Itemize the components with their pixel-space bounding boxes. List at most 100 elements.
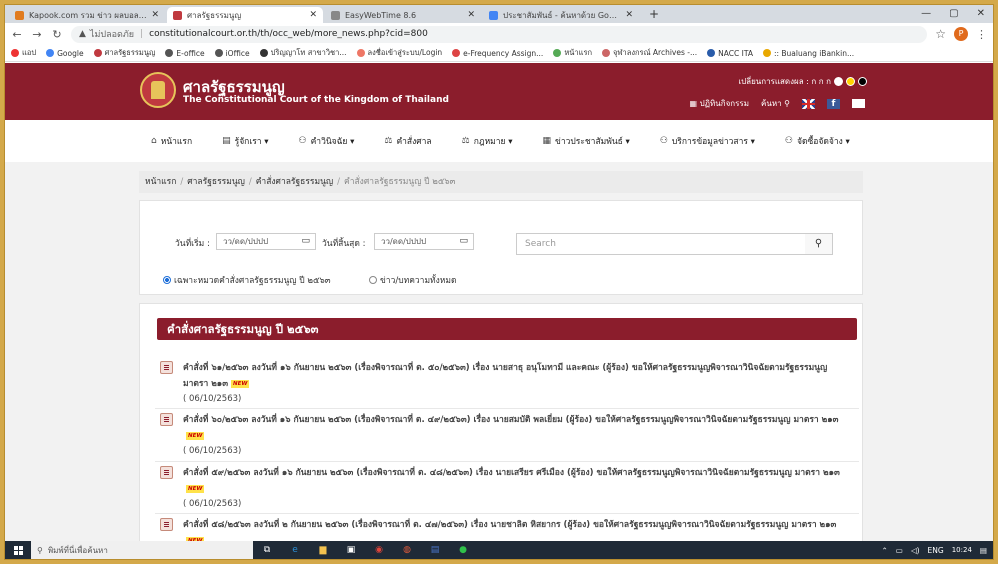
contrast-black-icon[interactable]	[858, 77, 867, 86]
close-icon[interactable]: ✕	[309, 10, 317, 20]
breadcrumb-orders[interactable]: คำสั่งศาลรัฐธรรมนูญ	[256, 177, 333, 187]
radio-category-label[interactable]: เฉพาะหมวดคำสั่งศาลรัฐธรรมนูญ ปี ๒๕๖๓	[174, 273, 331, 287]
bookmark-item[interactable]: ลงชื่อเข้าสู่ระบบ/Login	[356, 47, 442, 59]
bookmark-item[interactable]: แอป	[11, 47, 36, 59]
end-date-input[interactable]: วว/ดด/ปปปป ▭	[374, 233, 474, 250]
start-button[interactable]	[5, 541, 31, 559]
news-item-title[interactable]: คำสั่งที่ ๕๙/๒๕๖๓ ลงวันที่ ๑๖ กันยายน ๒๕…	[183, 468, 840, 478]
court-logo[interactable]	[140, 72, 176, 108]
profile-avatar[interactable]: P	[954, 27, 968, 41]
minimize-button[interactable]: —	[921, 8, 931, 19]
volume-icon[interactable]: ◁)	[911, 546, 920, 555]
chrome-icon[interactable]: ◉	[365, 541, 393, 559]
browser-tab-active[interactable]: ศาลรัฐธรรมนูญ ✕	[167, 7, 323, 23]
warning-icon[interactable]: ▲	[79, 29, 86, 39]
radio-all-label[interactable]: ข่าว/บทความทั้งหมด	[380, 273, 457, 287]
bookmark-item[interactable]: e-Frequency Assign...	[452, 49, 543, 58]
bookmark-item[interactable]: หน้าแรก	[553, 47, 592, 59]
nav-item[interactable]: ⚇ บริการข้อมูลข่าวสาร ▾	[660, 134, 755, 148]
browser-menu-icon[interactable]: ⋮	[976, 28, 987, 41]
bookmark-item[interactable]: Google	[46, 49, 84, 58]
english-flag-icon[interactable]	[802, 98, 815, 109]
radio-category-control[interactable]	[163, 276, 171, 284]
contrast-white-icon[interactable]	[834, 77, 843, 86]
nav-item[interactable]: ⚇ คำวินิจฉัย ▾	[299, 134, 355, 148]
nav-item[interactable]: ▦ ข่าวประชาสัมพันธ์ ▾	[543, 134, 630, 148]
bookmark-item[interactable]: ศาลรัฐธรรมนูญ	[93, 47, 155, 59]
news-item[interactable]: คำสั่งที่ ๕๙/๒๕๖๓ ลงวันที่ ๑๖ กันยายน ๒๕…	[160, 465, 850, 511]
close-icon[interactable]: ✕	[151, 10, 159, 20]
nav-item[interactable]: ⚇ จัดซื้อจัดจ้าง ▾	[785, 134, 850, 148]
file-explorer-icon[interactable]: ▆	[309, 541, 337, 559]
breadcrumb-home[interactable]: หน้าแรก	[145, 177, 176, 187]
clock[interactable]: 10:24	[952, 546, 972, 554]
close-icon[interactable]: ✕	[625, 10, 633, 20]
news-item-link[interactable]: คำสั่งที่ ๖๑/๒๕๖๓ ลงวันที่ ๑๖ กันยายน ๒๕…	[183, 360, 850, 392]
close-window-button[interactable]: ✕	[977, 8, 985, 19]
url-bar[interactable]: ▲ ไม่ปลอดภัย | constitutionalcourt.or.th…	[71, 25, 928, 43]
radio-all-control[interactable]	[369, 276, 377, 284]
bookmark-star-icon[interactable]: ☆	[935, 27, 946, 41]
news-item[interactable]: คำสั่งที่ ๖๑/๒๕๖๓ ลงวันที่ ๑๖ กันยายน ๒๕…	[160, 360, 850, 406]
tray-chevron-icon[interactable]: ⌃	[881, 546, 887, 555]
mail-icon[interactable]	[852, 99, 865, 108]
bookmark-item[interactable]: ปริญญาโท สาขาวิชา...	[259, 47, 347, 59]
tab-title: Kapook.com รวม ข่าว ผลบอล ดารา	[29, 10, 148, 20]
edge-icon[interactable]: e	[281, 541, 309, 559]
close-icon[interactable]: ✕	[467, 10, 475, 20]
search-input[interactable]: Search	[516, 233, 808, 255]
back-icon[interactable]: ←	[11, 28, 23, 41]
taskbar-search[interactable]: ⚲ พิมพ์ที่นี่เพื่อค้นหา	[31, 541, 253, 559]
task-view-icon[interactable]: ⧉	[253, 541, 281, 559]
bookmark-item[interactable]: iOffice	[214, 49, 250, 58]
bookmark-item[interactable]: :: Bualuang iBankin...	[762, 49, 854, 58]
line-icon[interactable]: ●	[449, 541, 477, 559]
nav-item[interactable]: ⚖ กฎหมาย ▾	[462, 134, 513, 148]
news-item[interactable]: คำสั่งที่ ๕๘/๒๕๖๓ ลงวันที่ ๒ กันยายน ๒๕๖…	[160, 517, 850, 543]
calendar-link[interactable]: ▦ ปฏิทินกิจกรรม	[689, 97, 749, 110]
facebook-icon[interactable]: f	[827, 98, 840, 109]
nav-item[interactable]: ▤ รู้จักเรา ▾	[222, 134, 268, 148]
news-item-title[interactable]: คำสั่งที่ ๖๑/๒๕๖๓ ลงวันที่ ๑๖ กันยายน ๒๕…	[183, 363, 827, 389]
radio-all[interactable]: ข่าว/บทความทั้งหมด	[369, 273, 457, 287]
app-red-icon[interactable]: ◍	[393, 541, 421, 559]
url-text[interactable]: constitutionalcourt.or.th/th/occ_web/mor…	[149, 29, 428, 39]
security-label[interactable]: ไม่ปลอดภัย	[90, 27, 134, 41]
start-date-input[interactable]: วว/ดด/ปปปป ▭	[216, 233, 316, 250]
tab-title: ศาลรัฐธรรมนูญ	[187, 10, 242, 20]
contrast-yellow-icon[interactable]	[846, 77, 855, 86]
news-item-title[interactable]: คำสั่งที่ ๕๘/๒๕๖๓ ลงวันที่ ๒ กันยายน ๒๕๖…	[183, 520, 836, 530]
reload-icon[interactable]: ↻	[51, 28, 63, 41]
browser-tab[interactable]: ประชาสัมพันธ์ - ค้นหาด้วย Google ✕	[483, 7, 639, 23]
news-item-link[interactable]: คำสั่งที่ ๕๘/๒๕๖๓ ลงวันที่ ๒ กันยายน ๒๕๖…	[183, 517, 850, 543]
search-button[interactable]: ⚲	[805, 233, 833, 255]
store-icon[interactable]: ▣	[337, 541, 365, 559]
bookmark-item[interactable]: E-office	[165, 49, 205, 58]
language-indicator[interactable]: ENG	[928, 546, 944, 555]
network-icon[interactable]: ▭	[896, 546, 903, 555]
breadcrumb-court[interactable]: ศาลรัฐธรรมนูญ	[187, 177, 245, 187]
app-blue-icon[interactable]: ▤	[421, 541, 449, 559]
news-item[interactable]: คำสั่งที่ ๖๐/๒๕๖๓ ลงวันที่ ๑๖ กันยายน ๒๕…	[160, 412, 850, 458]
calendar-icon[interactable]: ▭	[301, 234, 310, 249]
forward-icon[interactable]: →	[31, 28, 43, 41]
breadcrumb-separator: /	[248, 177, 252, 187]
news-item-title[interactable]: คำสั่งที่ ๖๐/๒๕๖๓ ลงวันที่ ๑๖ กันยายน ๒๕…	[183, 415, 838, 425]
bookmark-item[interactable]: จุฬาลงกรณ์ Archives -...	[602, 47, 697, 59]
new-tab-button[interactable]: +	[641, 7, 667, 23]
search-link[interactable]: ค้นหา ⚲	[761, 97, 790, 110]
nav-item[interactable]: ⌂ หน้าแรก	[151, 134, 192, 148]
notification-icon[interactable]: ▤	[980, 546, 987, 555]
nav-label: คำวินิจฉัย ▾	[310, 137, 355, 147]
news-item-link[interactable]: คำสั่งที่ ๖๐/๒๕๖๓ ลงวันที่ ๑๖ กันยายน ๒๕…	[183, 412, 850, 444]
browser-tab[interactable]: EasyWebTime 8.6 ✕	[325, 7, 481, 23]
radio-category[interactable]: เฉพาะหมวดคำสั่งศาลรัฐธรรมนูญ ปี ๒๕๖๓	[163, 273, 331, 287]
nav-item[interactable]: ⚖ คำสั่งศาล	[384, 134, 431, 148]
calendar-icon[interactable]: ▭	[459, 234, 468, 249]
maximize-button[interactable]: ▢	[949, 8, 958, 19]
news-item-link[interactable]: คำสั่งที่ ๕๙/๒๕๖๓ ลงวันที่ ๑๖ กันยายน ๒๕…	[183, 465, 850, 497]
display-switch-label[interactable]: เปลี่ยนการแสดงผล : ก ก ก	[738, 75, 831, 88]
bookmark-item[interactable]: NACC ITA	[707, 49, 753, 58]
browser-tab[interactable]: Kapook.com รวม ข่าว ผลบอล ดารา ✕	[9, 7, 165, 23]
display-switch[interactable]: เปลี่ยนการแสดงผล : ก ก ก	[738, 75, 867, 88]
